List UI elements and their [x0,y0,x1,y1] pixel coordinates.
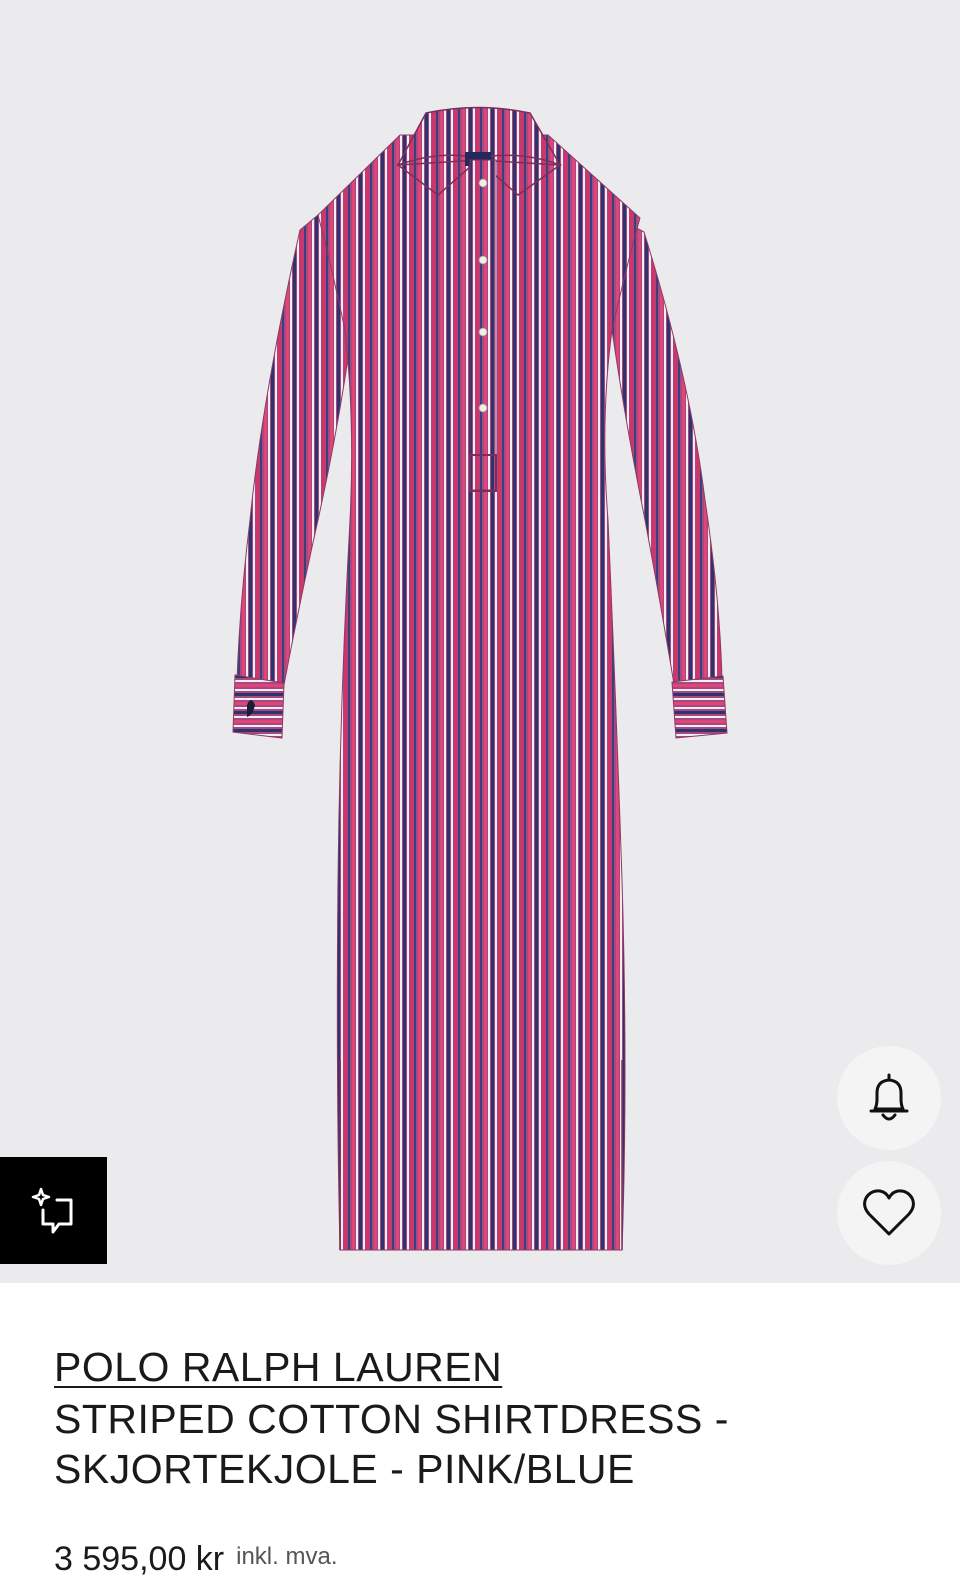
bell-icon [869,1073,909,1121]
product-title: STRIPED COTTON SHIRTDRESS - SKJORTEKJOLE… [54,1396,729,1492]
notify-button[interactable] [837,1046,941,1150]
price-row: 3 595,00 kr inkl. mva. [54,1540,337,1579]
tax-note: inkl. mva. [236,1543,338,1570]
price: 3 595,00 kr [54,1540,225,1578]
product-image[interactable] [0,0,960,1283]
heart-icon [863,1189,915,1236]
dress-illustration [232,106,728,1251]
wishlist-button[interactable] [837,1161,941,1265]
sparkle-crop-icon [31,1187,72,1233]
brand-link[interactable]: POLO RALPH LAUREN [54,1344,502,1390]
find-similar-button[interactable] [0,1157,107,1264]
